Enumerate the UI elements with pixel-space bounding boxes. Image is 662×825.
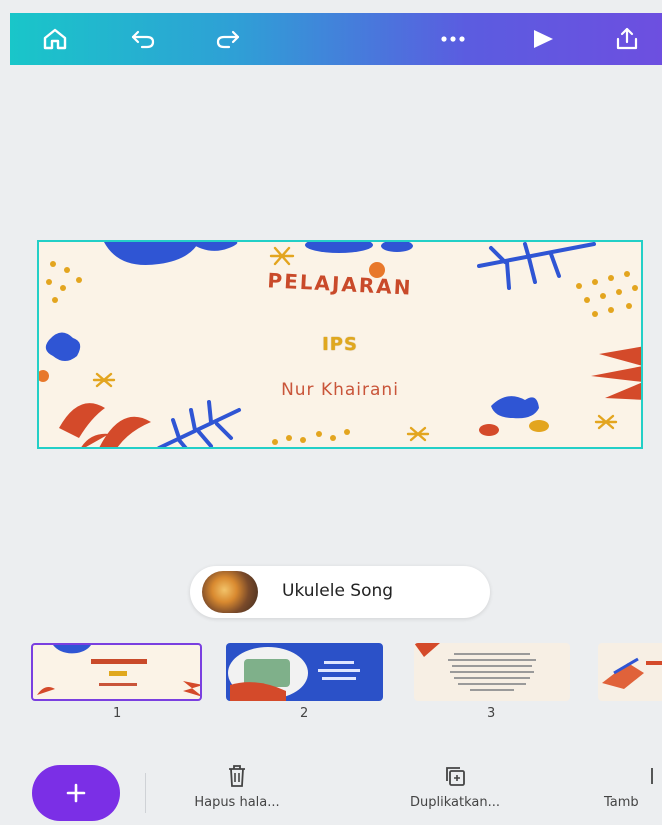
delete-page-label: Hapus hala... (194, 795, 280, 810)
page-thumbnail-2[interactable] (226, 643, 383, 701)
more-button[interactable] (428, 13, 478, 65)
music-thumbnail (202, 571, 258, 613)
page-thumbnail-4[interactable] (598, 643, 662, 701)
bottom-action-bar: Hapus hala... Duplikatkan... Tamb (0, 745, 662, 825)
page-thumbnail-strip: 1 2 3 (0, 640, 662, 730)
page-thumbnail-3[interactable] (414, 643, 570, 701)
add-page-button[interactable] (32, 765, 120, 821)
top-toolbar (10, 13, 662, 65)
duplicate-page-label: Duplikatkan... (410, 795, 500, 810)
page-number-1: 1 (113, 706, 122, 721)
page-number-3: 3 (487, 706, 496, 721)
undo-button[interactable] (118, 13, 168, 65)
duplicate-page-button[interactable]: Duplikatkan... (388, 763, 522, 810)
design-subtitle[interactable]: IPS (39, 334, 641, 355)
page-2-preview (228, 647, 360, 701)
add-page-icon (651, 768, 653, 784)
page-number-2: 2 (300, 706, 309, 721)
music-track-chip[interactable]: Ukulele Song (190, 566, 490, 618)
page-thumbnail-1[interactable] (31, 643, 202, 701)
page-3-preview (414, 643, 536, 691)
redo-icon (216, 30, 240, 49)
share-button[interactable] (602, 13, 652, 65)
page-4-preview (602, 657, 662, 689)
divider (145, 773, 146, 813)
add-blank-page-button[interactable]: Tamb (604, 763, 662, 810)
more-icon (441, 36, 465, 42)
plus-icon (66, 783, 86, 803)
play-icon (534, 30, 553, 48)
trash-icon (229, 765, 245, 787)
page-1-preview (37, 645, 200, 697)
duplicate-icon (446, 767, 465, 786)
delete-page-button[interactable]: Hapus hala... (172, 763, 302, 810)
share-icon (616, 27, 638, 50)
design-page-canvas[interactable]: PELAJARAN IPS Nur Khairani (37, 240, 643, 449)
add-blank-page-label: Tamb (604, 795, 639, 810)
music-track-label: Ukulele Song (282, 581, 394, 601)
home-button[interactable] (30, 13, 80, 65)
home-icon (43, 28, 67, 50)
design-author[interactable]: Nur Khairani (39, 380, 641, 400)
play-button[interactable] (518, 13, 568, 65)
undo-icon (131, 30, 155, 49)
redo-button[interactable] (203, 13, 253, 65)
